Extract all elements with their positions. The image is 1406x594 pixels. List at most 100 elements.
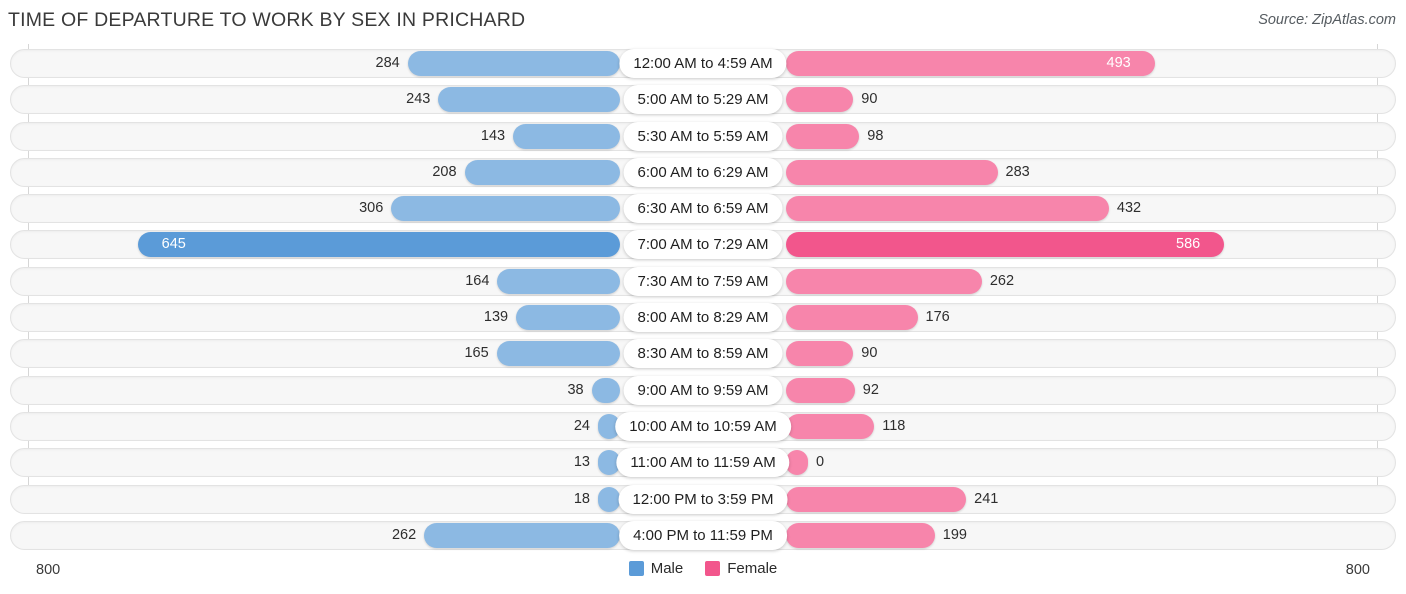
page-title: TIME OF DEPARTURE TO WORK BY SEX IN PRIC…: [8, 9, 526, 31]
female-half: 90: [703, 341, 1406, 367]
bar-row[interactable]: 306 432 6:30 AM to 6:59 AM: [0, 192, 1406, 225]
bar-row[interactable]: 243 90 5:00 AM to 5:29 AM: [0, 83, 1406, 116]
female-bar[interactable]: [786, 159, 998, 185]
male-half: 306: [0, 196, 703, 222]
bar-row[interactable]: 208 283 6:00 AM to 6:29 AM: [0, 156, 1406, 189]
male-value-label: 284: [375, 55, 400, 71]
male-value-label: 18: [573, 490, 590, 507]
category-label: 5:00 AM to 5:29 AM: [623, 85, 783, 115]
female-bar[interactable]: [786, 232, 1225, 258]
female-half: 586: [703, 232, 1406, 258]
female-bar[interactable]: [786, 268, 982, 294]
legend-label: Female: [727, 560, 778, 577]
female-half: 241: [703, 486, 1406, 512]
male-bar[interactable]: [496, 341, 620, 367]
female-value-label: 90: [861, 345, 878, 362]
female-bar[interactable]: [786, 87, 854, 113]
male-half: 143: [0, 123, 703, 149]
male-half: 208: [0, 159, 703, 185]
bar-row[interactable]: 38 92 9:00 AM to 9:59 AM: [0, 374, 1406, 407]
male-value-label: 13: [573, 454, 590, 471]
male-bar[interactable]: [424, 522, 620, 548]
female-value-label: 90: [861, 91, 878, 108]
female-value-label: 262: [989, 272, 1015, 289]
bar-row[interactable]: 645 586 7:00 AM to 7:29 AM: [0, 228, 1406, 261]
legend-item[interactable]: Female: [705, 560, 777, 577]
female-half: 262: [703, 268, 1406, 294]
category-label: 8:30 AM to 8:59 AM: [623, 339, 783, 369]
male-value-label: 143: [480, 127, 506, 144]
male-value-label: 139: [483, 309, 509, 326]
female-bar[interactable]: [786, 51, 1155, 76]
male-half: 645: [0, 232, 703, 258]
female-bar[interactable]: [786, 196, 1109, 222]
category-label: 12:00 AM to 4:59 AM: [619, 49, 787, 78]
male-bar[interactable]: [497, 268, 620, 294]
bar-row[interactable]: 18 241 12:00 PM to 3:59 PM: [0, 483, 1406, 516]
chart-legend: Male Female: [0, 560, 1406, 577]
female-half: 92: [703, 377, 1406, 403]
female-half: 0: [703, 450, 1406, 476]
female-value-label: 432: [1116, 200, 1142, 217]
bar-row[interactable]: 24 118 10:00 AM to 10:59 AM: [0, 410, 1406, 443]
male-half: 243: [0, 87, 703, 113]
male-half: 284: [0, 51, 703, 76]
female-bar[interactable]: [786, 123, 860, 149]
male-bar[interactable]: [513, 123, 620, 149]
category-label: 6:00 AM to 6:29 AM: [623, 157, 783, 187]
male-half: 164: [0, 268, 703, 294]
female-bar[interactable]: [786, 377, 855, 403]
bar-row[interactable]: 284 493 12:00 AM to 4:59 AM: [0, 47, 1406, 80]
legend-swatch-icon: [705, 561, 721, 576]
category-label: 11:00 AM to 11:59 AM: [616, 448, 790, 478]
male-half: 139: [0, 305, 703, 331]
female-value-label: 199: [942, 526, 967, 543]
female-value-label: 0: [816, 454, 825, 471]
male-bar[interactable]: [438, 87, 620, 113]
bar-row[interactable]: 165 90 8:30 AM to 8:59 AM: [0, 337, 1406, 370]
male-value-label: 306: [359, 200, 384, 217]
male-bar[interactable]: [391, 196, 620, 222]
male-half: 13: [0, 450, 703, 476]
female-bar[interactable]: [786, 341, 854, 367]
female-bar[interactable]: [786, 305, 918, 331]
bar-row[interactable]: 262 199 4:00 PM to 11:59 PM: [0, 519, 1406, 552]
female-bar[interactable]: [786, 522, 935, 548]
chart-page: TIME OF DEPARTURE TO WORK BY SEX IN PRIC…: [0, 0, 1406, 594]
bar-row[interactable]: 139 176 8:00 AM to 8:29 AM: [0, 301, 1406, 334]
female-half: 176: [703, 305, 1406, 331]
bar-row[interactable]: 143 98 5:30 AM to 5:59 AM: [0, 120, 1406, 153]
category-label: 8:00 AM to 8:29 AM: [623, 303, 783, 333]
male-bar[interactable]: [591, 377, 620, 403]
male-bar[interactable]: [598, 486, 620, 512]
male-bar[interactable]: [407, 51, 620, 76]
category-label: 4:00 PM to 11:59 PM: [619, 520, 787, 550]
bar-row[interactable]: 164 262 7:30 AM to 7:59 AM: [0, 265, 1406, 298]
category-label: 9:00 AM to 9:59 AM: [623, 375, 783, 405]
female-bar[interactable]: [786, 486, 967, 512]
female-bar[interactable]: [786, 413, 875, 439]
male-value-label: 24: [573, 417, 590, 434]
male-bar[interactable]: [137, 232, 620, 258]
legend-item[interactable]: Male: [628, 560, 683, 577]
male-half: 165: [0, 341, 703, 367]
female-half: 283: [703, 159, 1406, 185]
male-half: 18: [0, 486, 703, 512]
bar-row[interactable]: 13 0 11:00 AM to 11:59 AM: [0, 446, 1406, 479]
female-half: 493: [703, 51, 1406, 76]
category-label: 5:30 AM to 5:59 AM: [623, 121, 783, 151]
female-half: 98: [703, 123, 1406, 149]
category-label: 6:30 AM to 6:59 AM: [623, 194, 783, 224]
male-half: 38: [0, 377, 703, 403]
male-bar[interactable]: [516, 305, 620, 331]
female-value-label: 586: [1176, 236, 1201, 253]
bar-rows: 284 493 12:00 AM to 4:59 AM 243 90 5:00 AM to…: [0, 44, 1406, 555]
female-value-label: 493: [1106, 55, 1131, 71]
chart-footer: 800 800 Male Female: [0, 552, 1406, 594]
category-label: 12:00 PM to 3:59 PM: [618, 484, 788, 514]
chart-header: TIME OF DEPARTURE TO WORK BY SEX IN PRIC…: [0, 0, 1406, 44]
male-value-label: 38: [567, 381, 584, 398]
male-bar[interactable]: [464, 159, 620, 185]
female-half: 90: [703, 87, 1406, 113]
category-label: 7:00 AM to 7:29 AM: [623, 230, 783, 260]
